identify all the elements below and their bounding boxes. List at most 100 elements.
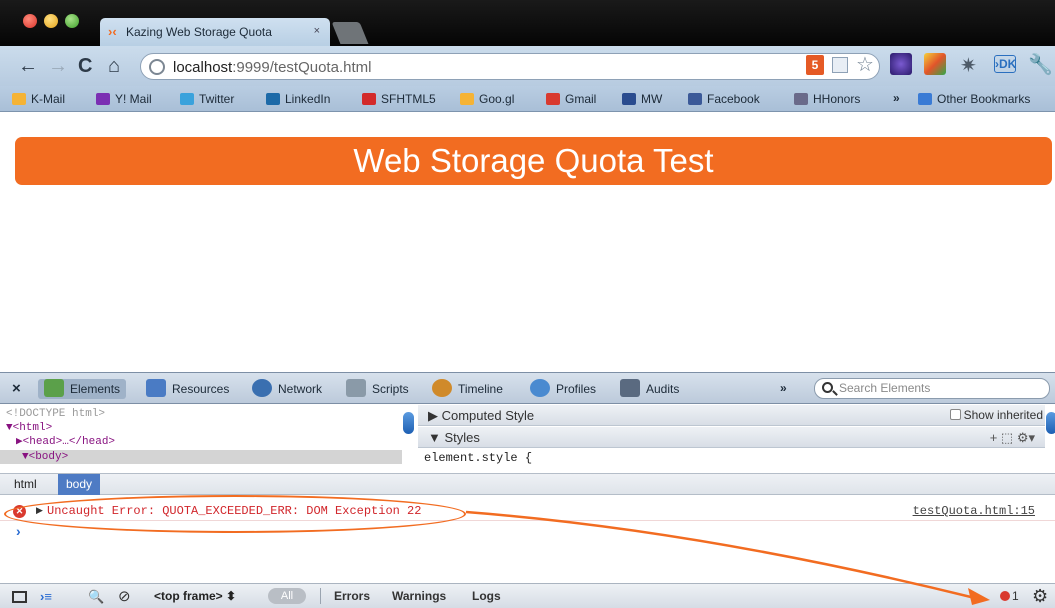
- window-zoom-button[interactable]: [65, 14, 79, 28]
- reload-button[interactable]: C: [78, 56, 92, 76]
- bookmark-item[interactable]: Facebook: [688, 91, 760, 107]
- bookmark-item[interactable]: Twitter: [180, 91, 234, 107]
- dom-node-body-label: ▼<body>: [22, 451, 69, 463]
- frame-select[interactable]: <top frame> ⬍: [154, 589, 236, 604]
- console-panel: ✕ ▶ Uncaught Error: QUOTA_EXCEEDED_ERR: …: [0, 495, 1055, 581]
- address-bar[interactable]: localhost:9999/testQuota.html: [140, 53, 880, 80]
- dom-node-head[interactable]: ▶<head>…</head>: [16, 435, 115, 449]
- url-text[interactable]: localhost:9999/testQuota.html: [173, 59, 371, 76]
- breadcrumb-body[interactable]: body: [58, 474, 101, 495]
- bookmark-item[interactable]: MW: [622, 91, 662, 107]
- show-inherited-checkbox[interactable]: [949, 409, 961, 420]
- tab-close-button[interactable]: ×: [314, 25, 320, 37]
- extension-icon[interactable]: [890, 53, 912, 75]
- back-button[interactable]: ←: [18, 56, 38, 76]
- extension-dk-icon[interactable]: ›DK: [994, 55, 1016, 73]
- kmail-icon: [12, 93, 26, 105]
- search-icon: [822, 382, 833, 393]
- elements-icon: [44, 379, 64, 397]
- bookmark-item[interactable]: Goo.gl: [460, 91, 514, 107]
- facebook-icon: [688, 93, 702, 105]
- console-prompt[interactable]: ›: [16, 523, 21, 539]
- bookmark-item[interactable]: LinkedIn: [266, 91, 330, 107]
- bookmark-label: MW: [641, 92, 663, 106]
- tab-label: Network: [278, 382, 323, 396]
- forward-button[interactable]: →: [48, 56, 68, 76]
- tab-timeline[interactable]: Timeline: [432, 379, 503, 399]
- bookmark-label: LinkedIn: [285, 92, 331, 106]
- html5-icon[interactable]: 5: [806, 55, 824, 75]
- styles-tools[interactable]: + ⬚ ⚙▾: [990, 427, 1035, 448]
- tab-resources[interactable]: Resources: [146, 379, 229, 399]
- bookmark-label: SFHTML5: [381, 92, 436, 106]
- extension-color-icon[interactable]: [924, 53, 946, 75]
- error-source-link[interactable]: testQuota.html:15: [913, 504, 1035, 518]
- bookmark-label: Facebook: [707, 92, 760, 106]
- search-icon[interactable]: 🔍: [88, 589, 104, 604]
- dom-node-html[interactable]: ▼<html>: [6, 421, 52, 435]
- bookmark-item[interactable]: Y! Mail: [96, 91, 152, 107]
- wrench-icon[interactable]: 🔧: [1028, 52, 1053, 77]
- bookmark-item[interactable]: HHonors: [794, 91, 860, 107]
- gear-icon[interactable]: ⚙: [1032, 586, 1048, 607]
- window-minimize-button[interactable]: [44, 14, 58, 28]
- filter-errors-button[interactable]: Errors: [334, 589, 370, 604]
- dock-icon[interactable]: [12, 591, 27, 603]
- show-inherited-label: Show inherited: [963, 408, 1043, 422]
- bookmark-item[interactable]: Gmail: [546, 91, 596, 107]
- filter-warnings-button[interactable]: Warnings: [392, 589, 446, 604]
- filter-all-button[interactable]: All: [268, 588, 306, 604]
- styles-sidebar: ▶ Computed Style Show inherited ▼ Styles…: [418, 405, 1045, 473]
- console-toggle-icon[interactable]: ›≡: [40, 589, 52, 604]
- home-button[interactable]: ⌂: [108, 56, 120, 76]
- dom-scrollbar-thumb[interactable]: [403, 412, 414, 434]
- filter-logs-button[interactable]: Logs: [472, 589, 501, 604]
- search-input[interactable]: [839, 381, 1039, 395]
- search-field[interactable]: [814, 378, 1050, 399]
- devtools-more-button[interactable]: »: [780, 381, 787, 395]
- tab-scripts[interactable]: Scripts: [346, 379, 409, 399]
- page-action-icon[interactable]: [832, 57, 848, 73]
- styles-scrollbar-thumb[interactable]: [1046, 412, 1055, 434]
- tab-audits[interactable]: Audits: [620, 379, 679, 399]
- window-close-button[interactable]: [23, 14, 37, 28]
- bookmark-label: Y! Mail: [115, 92, 152, 106]
- tab-profiles[interactable]: Profiles: [530, 379, 596, 399]
- devtools-close-button[interactable]: ×: [12, 380, 21, 397]
- bookmark-label: HHonors: [813, 92, 861, 106]
- tab-label: Profiles: [556, 382, 597, 396]
- error-count-badge[interactable]: 1: [1000, 589, 1019, 604]
- styles-label: ▼ Styles: [428, 430, 480, 445]
- tab-label: Timeline: [458, 382, 503, 396]
- element-style-rule[interactable]: element.style {: [424, 451, 532, 465]
- devtools-toolbar: × Elements Resources Network Scripts Tim…: [0, 372, 1055, 404]
- tab-network[interactable]: Network: [252, 379, 322, 399]
- dom-doctype[interactable]: <!DOCTYPE html>: [6, 407, 105, 421]
- tab-label: Resources: [172, 382, 230, 396]
- breadcrumb-html[interactable]: html: [6, 474, 45, 495]
- extension-gear-icon[interactable]: ✷: [960, 53, 982, 77]
- bookmark-star-icon[interactable]: ☆: [856, 52, 874, 77]
- resources-icon: [146, 379, 166, 397]
- bookmark-item[interactable]: SFHTML5: [362, 91, 436, 107]
- dom-node-body[interactable]: ▼<body>: [0, 450, 402, 464]
- show-inherited-toggle[interactable]: Show inherited: [949, 408, 1043, 423]
- gmail-icon: [546, 93, 560, 105]
- url-host: localhost: [173, 59, 233, 76]
- annotation-ellipse: [4, 495, 466, 533]
- bookmark-folder[interactable]: Other Bookmarks: [918, 91, 1030, 107]
- profiles-icon: [530, 379, 550, 397]
- bookmark-label: Other Bookmarks: [937, 92, 1031, 106]
- computed-style-label: ▶ Computed Style: [428, 408, 535, 423]
- computed-style-header[interactable]: ▶ Computed Style Show inherited: [418, 405, 1045, 426]
- devtools-status-bar: ›≡ 🔍 ⊘ <top frame> ⬍ All Errors Warnings…: [0, 583, 1055, 608]
- new-tab-button[interactable]: [331, 22, 369, 44]
- bookmarks-overflow-button[interactable]: »: [893, 91, 900, 105]
- tab-label: Elements: [70, 382, 121, 396]
- clear-console-icon[interactable]: ⊘: [118, 589, 131, 604]
- tab-elements[interactable]: Elements: [38, 379, 127, 399]
- mw-icon: [622, 93, 636, 105]
- styles-header[interactable]: ▼ Styles + ⬚ ⚙▾: [418, 427, 1045, 448]
- browser-tab[interactable]: ›‹ Kazing Web Storage Quota ×: [100, 18, 330, 46]
- bookmark-item[interactable]: K-Mail: [12, 91, 65, 107]
